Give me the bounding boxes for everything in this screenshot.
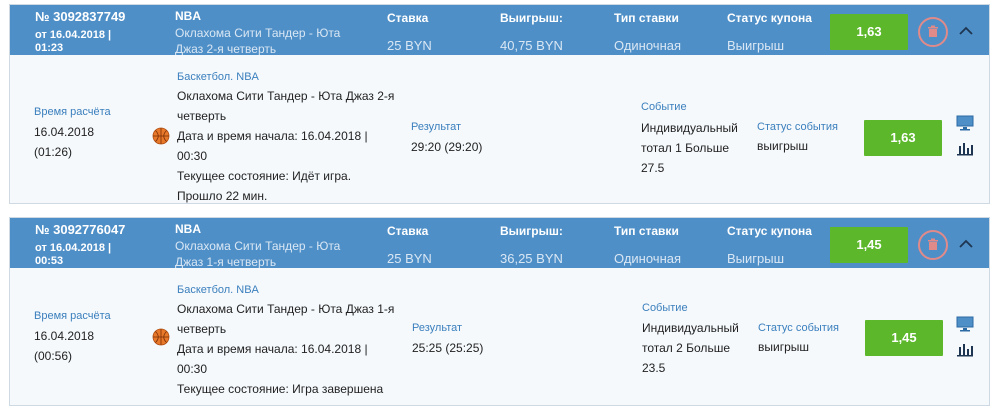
coupon-status-label: Статус купона (727, 11, 812, 25)
event-status-value: выигрыш (758, 340, 810, 354)
bet-type-label: Тип ставки (614, 11, 679, 25)
delete-button[interactable] (918, 17, 948, 47)
delete-button[interactable] (918, 230, 948, 260)
coupon-details: Время расчёта 16.04.2018 (00:56) Баскетб… (10, 268, 989, 405)
event-label: Событие (642, 302, 688, 314)
coupon-status-label: Статус купона (727, 224, 812, 238)
coupon-status-value: Выигрыш (727, 251, 785, 266)
calc-time: (00:56) (34, 349, 73, 363)
bet-type-value: Одиночная (614, 251, 682, 266)
coupon-details: Время расчёта 16.04.2018 (01:26) Баскетб… (10, 55, 989, 203)
league-label: NBA (175, 222, 201, 236)
event-coefficient-badge[interactable]: 1,63 (864, 120, 942, 156)
stake-value: 25 BYN (387, 251, 432, 266)
stats-icon[interactable] (956, 140, 974, 156)
win-label: Выигрыш: (500, 224, 563, 238)
trash-icon (928, 238, 938, 250)
sport-league: Баскетбол. NBA (177, 284, 259, 296)
stake-label: Ставка (387, 224, 429, 238)
coupon-number: № 3092776047 (35, 222, 126, 237)
basketball-icon (152, 127, 170, 145)
bet-type-label: Тип ставки (614, 224, 679, 238)
result-label: Результат (412, 322, 463, 334)
event-status-value: выигрыш (757, 139, 809, 153)
coupon-card: № 3092837749 от 16.04.2018 | 01:23 NBA О… (9, 4, 990, 204)
result-value: 29:20 (29:20) (411, 140, 483, 154)
event-coefficient-badge[interactable]: 1,45 (865, 320, 943, 356)
coupon-number: № 3092837749 (35, 9, 126, 24)
stake-value: 25 BYN (387, 38, 432, 53)
coupon-header[interactable]: № 3092837749 от 16.04.2018 | 01:23 NBA О… (10, 5, 989, 56)
win-label: Выигрыш: (500, 11, 563, 25)
calc-time-label: Время расчёта (34, 310, 111, 322)
chevron-up-icon[interactable] (956, 234, 976, 254)
tv-icon[interactable] (956, 115, 974, 131)
event-description: Индивидуальный тотал 1 Больше 27.5 (641, 121, 738, 175)
stats-icon[interactable] (956, 341, 974, 357)
event-name: Оклахома Сити Тандер - Юта Джаз 2-я четве… (175, 26, 341, 56)
event-status-label: Статус события (757, 121, 838, 133)
match-name: Оклахома Сити Тандер - Юта Джаз 1-я четве… (177, 302, 395, 396)
event-name: Оклахома Сити Тандер - Юта Джаз 1-я четве… (175, 239, 341, 269)
calc-time: (01:26) (34, 145, 73, 159)
coupon-date: от 16.04.2018 | (35, 29, 112, 41)
sport-league: Баскетбол. NBA (177, 71, 259, 83)
coefficient-badge[interactable]: 1,45 (830, 227, 908, 263)
bet-type-value: Одиночная (614, 38, 682, 53)
stake-label: Ставка (387, 11, 429, 25)
result-value: 25:25 (25:25) (412, 341, 484, 355)
result-label: Результат (411, 121, 462, 133)
event-status-label: Статус события (758, 322, 839, 334)
calc-time-label: Время расчёта (34, 106, 111, 118)
coefficient-badge[interactable]: 1,63 (830, 14, 908, 50)
calc-date: 16.04.2018 (34, 125, 95, 139)
coupon-time: 00:53 (35, 255, 64, 267)
coupon-card: № 3092776047 от 16.04.2018 | 00:53 NBA О… (9, 217, 990, 406)
league-label: NBA (175, 9, 201, 23)
chevron-up-icon[interactable] (956, 21, 976, 41)
match-name: Оклахома Сити Тандер - Юта Джаз 2-я четве… (177, 89, 395, 203)
tv-icon[interactable] (956, 316, 974, 332)
event-label: Событие (641, 101, 687, 113)
trash-icon (928, 25, 938, 37)
coupon-status-value: Выигрыш (727, 38, 785, 53)
coupon-time: 01:23 (35, 42, 64, 54)
coupon-header[interactable]: № 3092776047 от 16.04.2018 | 00:53 NBA О… (10, 218, 989, 269)
coupon-date: от 16.04.2018 | (35, 242, 112, 254)
event-description: Индивидуальный тотал 2 Больше 23.5 (642, 321, 739, 375)
win-value: 40,75 BYN (500, 38, 563, 53)
win-value: 36,25 BYN (500, 251, 563, 266)
basketball-icon (152, 328, 170, 346)
calc-date: 16.04.2018 (34, 329, 95, 343)
